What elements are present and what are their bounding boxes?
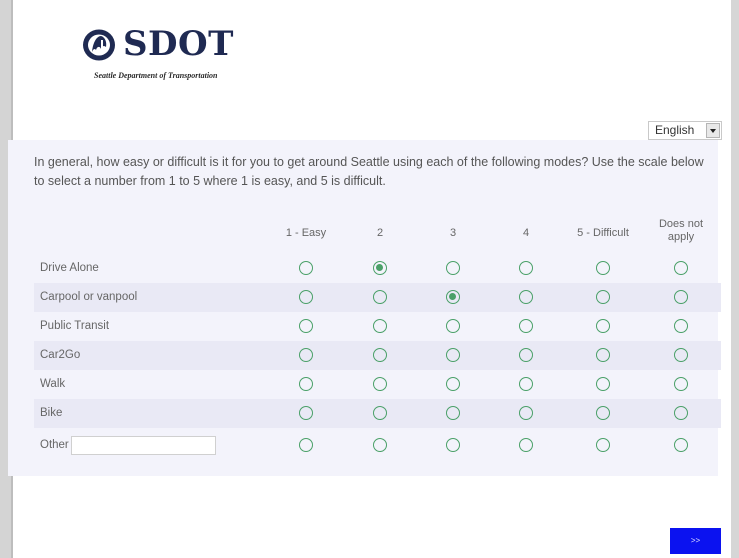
radio-walk-na[interactable] bbox=[674, 377, 688, 391]
sdot-logo: SDOT Seattle Department of Transportatio… bbox=[82, 24, 242, 84]
column-header-3: 3 bbox=[449, 227, 457, 239]
radio-public-transit-4[interactable] bbox=[519, 319, 533, 333]
right-scrollbar-track[interactable] bbox=[731, 0, 739, 558]
radio-walk-2[interactable] bbox=[373, 377, 387, 391]
language-select-value: English bbox=[655, 123, 695, 137]
logo-wordmark: SDOT bbox=[123, 24, 234, 64]
row-label: Bike bbox=[40, 407, 63, 419]
radio-carpool-or-vanpool-4[interactable] bbox=[519, 290, 533, 304]
radio-car2go-3[interactable] bbox=[446, 348, 460, 362]
radio-walk-3[interactable] bbox=[446, 377, 460, 391]
radio-carpool-or-vanpool-2[interactable] bbox=[373, 290, 387, 304]
radio-drive-alone-1[interactable] bbox=[299, 261, 313, 275]
radio-other-5[interactable] bbox=[596, 438, 610, 452]
radio-other-4[interactable] bbox=[519, 438, 533, 452]
radio-other-3[interactable] bbox=[446, 438, 460, 452]
radio-drive-alone-5[interactable] bbox=[596, 261, 610, 275]
logo-tagline: Seattle Department of Transportation bbox=[94, 71, 218, 80]
radio-bike-1[interactable] bbox=[299, 406, 313, 420]
radio-drive-alone-na[interactable] bbox=[674, 261, 688, 275]
row-label: Car2Go bbox=[40, 349, 81, 361]
radio-walk-5[interactable] bbox=[596, 377, 610, 391]
radio-bike-5[interactable] bbox=[596, 406, 610, 420]
radio-car2go-5[interactable] bbox=[596, 348, 610, 362]
radio-drive-alone-3[interactable] bbox=[446, 261, 460, 275]
radio-public-transit-na[interactable] bbox=[674, 319, 688, 333]
radio-carpool-or-vanpool-na[interactable] bbox=[674, 290, 688, 304]
radio-carpool-or-vanpool-1[interactable] bbox=[299, 290, 313, 304]
column-header-2: 2 bbox=[376, 227, 384, 239]
radio-bike-3[interactable] bbox=[446, 406, 460, 420]
radio-carpool-or-vanpool-3[interactable] bbox=[446, 290, 460, 304]
chevron-down-icon[interactable] bbox=[706, 123, 720, 138]
question-text: In general, how easy or difficult is it … bbox=[34, 155, 704, 188]
radio-car2go-1[interactable] bbox=[299, 348, 313, 362]
radio-other-na[interactable] bbox=[674, 438, 688, 452]
radio-walk-4[interactable] bbox=[519, 377, 533, 391]
column-header-5: 5 - Difficult bbox=[577, 227, 629, 239]
radio-car2go-na[interactable] bbox=[674, 348, 688, 362]
radio-bike-na[interactable] bbox=[674, 406, 688, 420]
column-header-4: 4 bbox=[522, 227, 530, 239]
seattle-seal-icon bbox=[83, 29, 115, 61]
column-header-1: 1 - Easy bbox=[285, 227, 327, 239]
radio-other-2[interactable] bbox=[373, 438, 387, 452]
row-label: Public Transit bbox=[40, 320, 110, 332]
radio-drive-alone-2[interactable] bbox=[373, 261, 387, 275]
radio-other-1[interactable] bbox=[299, 438, 313, 452]
radio-public-transit-2[interactable] bbox=[373, 319, 387, 333]
radio-public-transit-1[interactable] bbox=[299, 319, 313, 333]
column-header-does-not-apply: Does not apply bbox=[658, 218, 704, 243]
radio-car2go-2[interactable] bbox=[373, 348, 387, 362]
radio-walk-1[interactable] bbox=[299, 377, 313, 391]
next-button[interactable]: >> bbox=[670, 528, 721, 554]
row-label: Drive Alone bbox=[40, 262, 99, 274]
radio-bike-4[interactable] bbox=[519, 406, 533, 420]
radio-bike-2[interactable] bbox=[373, 406, 387, 420]
row-label: Walk bbox=[40, 378, 66, 390]
radio-public-transit-5[interactable] bbox=[596, 319, 610, 333]
radio-drive-alone-4[interactable] bbox=[519, 261, 533, 275]
radio-carpool-or-vanpool-5[interactable] bbox=[596, 290, 610, 304]
radio-car2go-4[interactable] bbox=[519, 348, 533, 362]
language-select[interactable]: English bbox=[648, 121, 722, 140]
radio-public-transit-3[interactable] bbox=[446, 319, 460, 333]
other-mode-input[interactable] bbox=[71, 436, 216, 455]
row-label: Carpool or vanpool bbox=[40, 291, 138, 303]
row-label: Other bbox=[40, 439, 69, 451]
